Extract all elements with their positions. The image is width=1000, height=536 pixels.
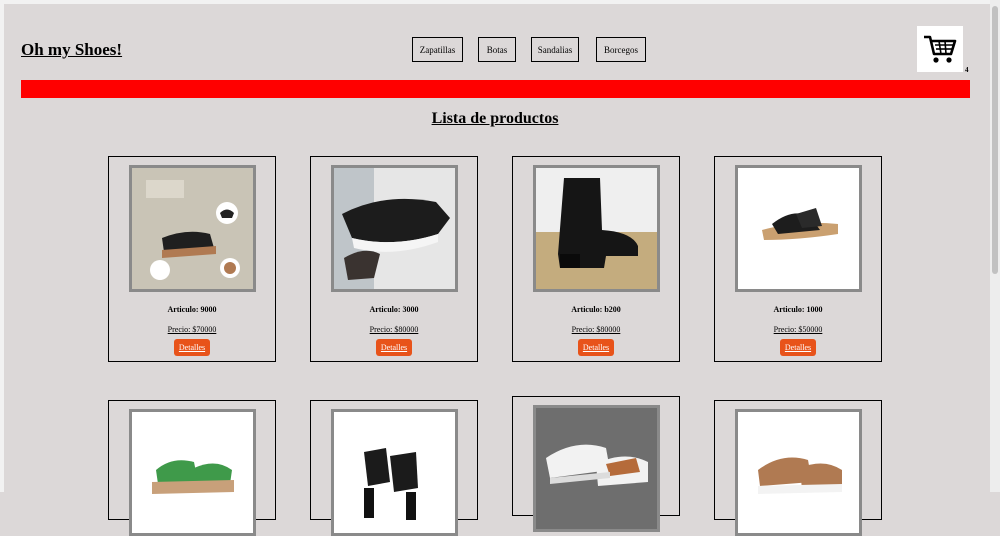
product-article: Articulo: 9000 (167, 305, 217, 314)
product-card (108, 400, 276, 536)
product-card: Articulo: 9000 Precio: $70000 Detalles (108, 156, 276, 362)
accent-bar (21, 80, 970, 98)
page-scrollbar[interactable] (990, 0, 1000, 492)
product-card: Articulo: 1000 Precio: $50000 Detalles (714, 156, 882, 362)
product-image[interactable] (129, 409, 256, 536)
window-left-edge (0, 0, 4, 492)
details-button[interactable]: Detalles (780, 339, 816, 356)
product-price: Precio: $80000 (571, 325, 621, 334)
product-image[interactable] (129, 165, 256, 292)
nav-zapatillas-button[interactable]: Zapatillas (412, 37, 463, 62)
product-card: Articulo: 3000 Precio: $80000 Detalles (310, 156, 478, 362)
product-image[interactable] (331, 409, 458, 536)
product-price: Precio: $80000 (369, 325, 419, 334)
product-card (512, 396, 680, 532)
page-title: Lista de productos (431, 110, 559, 127)
product-card: Articulo: b200 Precio: $80000 Detalles (512, 156, 680, 362)
product-card (714, 400, 882, 536)
product-price: Precio: $50000 (773, 325, 823, 334)
product-price: Precio: $70000 (167, 325, 217, 334)
product-article: Articulo: 3000 (369, 305, 419, 314)
product-article: Articulo: b200 (571, 305, 621, 314)
window-top-edge (0, 0, 1000, 4)
shopping-cart-icon (924, 35, 957, 63)
product-image[interactable] (533, 405, 660, 532)
nav-sandalias-button[interactable]: Sandalias (531, 37, 579, 62)
product-article: Articulo: 1000 (773, 305, 823, 314)
details-button[interactable]: Detalles (578, 339, 614, 356)
nav-botas-button[interactable]: Botas (478, 37, 516, 62)
product-image[interactable] (735, 165, 862, 292)
details-button[interactable]: Detalles (174, 339, 210, 356)
scrollbar-thumb[interactable] (992, 6, 998, 274)
product-image[interactable] (331, 165, 458, 292)
product-image[interactable] (533, 165, 660, 292)
product-image[interactable] (735, 409, 862, 536)
nav-borcegos-button[interactable]: Borcegos (596, 37, 646, 62)
cart-button[interactable] (917, 26, 963, 72)
brand-logo-link[interactable]: Oh my Shoes! (21, 40, 122, 60)
cart-count-badge: 4 (965, 66, 969, 74)
product-card (310, 400, 478, 536)
details-button[interactable]: Detalles (376, 339, 412, 356)
